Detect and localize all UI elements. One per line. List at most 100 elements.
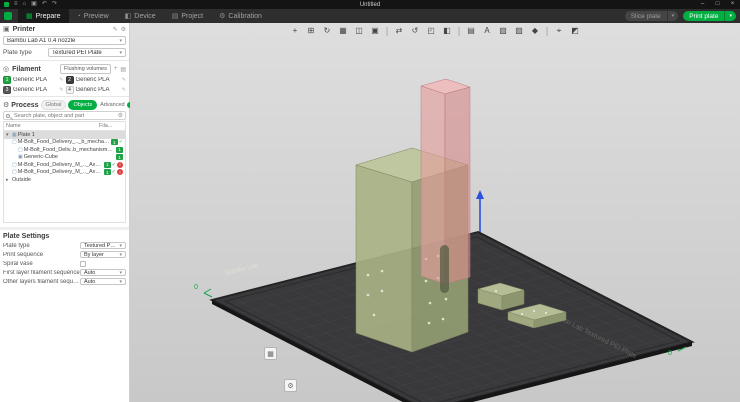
edit-filament-icon[interactable]: ✎ <box>122 87 126 93</box>
split-to-parts-icon[interactable]: ▣ <box>369 25 382 37</box>
plate-brand-text: Bambu Lab <box>225 262 259 277</box>
spiral-vase-checkbox[interactable] <box>80 261 86 267</box>
plate-arrange-button[interactable]: ▦ <box>264 347 277 360</box>
axis-origin-label: 0 <box>194 284 198 291</box>
add-plate-icon[interactable]: ⊞ <box>305 25 318 37</box>
process-title: Process <box>11 102 38 109</box>
ps-print-sequence-value: By layer <box>84 252 117 258</box>
process-objects-toggle[interactable]: Objects <box>68 100 97 110</box>
tab-prepare[interactable]: ▦ Prepare <box>18 9 69 23</box>
assembly-view-icon[interactable]: ◩ <box>569 25 582 37</box>
filament-2[interactable]: 2 Generic PLA ✎ <box>66 75 127 84</box>
printer-title: Printer <box>13 26 36 33</box>
plate-type-select[interactable]: Textured PEI Plate ▾ <box>48 48 126 57</box>
tree-row-object-1[interactable]: ▢ M-Bolt_Food_Delivery_.._b_mechanism_lo… <box>4 139 125 147</box>
slice-plate-button[interactable]: Slice plate ▾ <box>625 11 679 21</box>
tab-calibration[interactable]: ⚙ Calibration <box>211 9 270 23</box>
scale-icon[interactable]: ◰ <box>425 25 438 37</box>
tab-project[interactable]: ▤ Project <box>164 9 211 23</box>
color-paint-icon[interactable]: ▧ <box>497 25 510 37</box>
filament-1-swatch: 1 <box>3 76 11 84</box>
edit-filament-icon[interactable]: ✎ <box>59 77 63 83</box>
tree-row-outside[interactable]: ▸ Outside <box>4 176 125 184</box>
print-plate-button[interactable]: Print plate ▾ <box>683 11 736 21</box>
mirror-icon[interactable]: ◧ <box>441 25 454 37</box>
plate-arrange-icon: ▦ <box>267 350 274 358</box>
filament-list-icon[interactable]: ▤ <box>120 66 126 73</box>
plate-settings-panel: Plate Settings Plate type Textured PEI..… <box>0 227 129 287</box>
model-slot <box>440 245 449 293</box>
ps-first-layer-seq-label: First layer filament sequence <box>3 270 80 276</box>
process-global-toggle[interactable]: Global <box>41 100 67 110</box>
plate-settings-button[interactable]: ⚙ <box>284 379 297 392</box>
filament-3[interactable]: 3 Generic PLA ✎ <box>3 85 64 94</box>
advanced-label: Advanced <box>100 102 124 108</box>
support-paint-icon[interactable]: ▨ <box>513 25 526 37</box>
layer-height-icon[interactable]: ▤ <box>465 25 478 37</box>
toolbar-separator <box>459 27 460 36</box>
chevron-down-icon: ▾ <box>119 243 122 249</box>
object-icon: ▢ <box>12 169 17 175</box>
close-button[interactable]: × <box>725 0 740 9</box>
redo-icon[interactable]: ↷ <box>52 0 57 9</box>
object-icon: ▢ <box>12 162 17 168</box>
save-icon[interactable]: ▣ <box>31 0 37 9</box>
ps-other-layers-seq-select[interactable]: Auto ▾ <box>80 278 126 285</box>
print-dropdown-icon[interactable]: ▾ <box>724 11 736 21</box>
edit-filament-icon[interactable]: ✎ <box>122 77 126 83</box>
maximize-button[interactable]: □ <box>710 0 725 9</box>
ps-plate-type-value: Textured PEI... <box>84 243 117 249</box>
tree-row-part-1[interactable]: ▢ M-Bolt_Food_Deliv..b_mechanism_lower.s… <box>4 146 125 154</box>
split-to-objects-icon[interactable]: ◫ <box>353 25 366 37</box>
chevron-down-icon: ▾ <box>119 38 122 44</box>
move-icon[interactable]: ⇄ <box>393 25 406 37</box>
auto-orient-icon[interactable]: ↻ <box>321 25 334 37</box>
flushing-volumes-button[interactable]: Flushing volumes <box>60 64 111 74</box>
plate-type-value: Textured PEI Plate <box>52 50 117 56</box>
filament-1[interactable]: 1 Generic PLA ✎ <box>3 75 64 84</box>
process-icon: ⚙ <box>3 101 9 109</box>
seam-paint-icon[interactable]: ◆ <box>529 25 542 37</box>
filter-icon[interactable]: ⚙ <box>118 112 123 119</box>
slice-dropdown-icon[interactable]: ▾ <box>667 11 679 21</box>
filament-4[interactable]: 4 Generic PLA ✎ <box>66 85 127 94</box>
edit-preset-icon[interactable]: ✎ <box>113 26 118 33</box>
tree-row-generic-cube[interactable]: ▣ Generic-Cube 1 <box>4 154 125 162</box>
device-icon: ◧ <box>125 12 132 20</box>
left-sidebar: ▣ Printer ✎ ⚙ Bambu Lab A1 0.4 nozzle ▾ … <box>0 23 130 402</box>
add-filament-icon[interactable]: + <box>114 66 118 72</box>
object-tree: Name Fila... ▾ ▦ Plate 1 ▢ M-Bolt_Food_D… <box>3 121 126 223</box>
arrange-icon[interactable]: ▦ <box>337 25 350 37</box>
filament-3-name: Generic PLA <box>13 87 57 93</box>
ps-print-sequence-select[interactable]: By layer ▾ <box>80 251 126 258</box>
filament-section-header: ◎ Filament Flushing volumes + ▤ <box>0 63 129 75</box>
printer-preset-select[interactable]: Bambu Lab A1 0.4 nozzle ▾ <box>3 36 126 45</box>
filament-1-name: Generic PLA <box>13 77 57 83</box>
search-icon <box>6 114 10 118</box>
filament-icon: ◎ <box>3 65 9 73</box>
tab-device[interactable]: ◧ Device <box>117 9 164 23</box>
printer-settings-icon[interactable]: ⚙ <box>121 26 126 33</box>
add-text-icon[interactable]: A <box>481 25 494 37</box>
rotate-icon[interactable]: ↺ <box>409 25 422 37</box>
add-icon[interactable]: + <box>289 25 302 37</box>
ps-other-layers-seq-label: Other layers filament sequence <box>3 279 80 285</box>
menu-icon[interactable]: ≡ <box>14 0 18 9</box>
tree-row-plate-1[interactable]: ▾ ▦ Plate 1 <box>4 131 125 139</box>
home-icon[interactable]: ⌂ <box>23 0 27 9</box>
tree-row-connector-r[interactable]: ▢ M-Bolt_Food_Delivery_M_.._Axe_Connecto… <box>4 169 125 177</box>
ps-first-layer-seq-select[interactable]: Auto ▾ <box>80 269 126 276</box>
ps-plate-type-select[interactable]: Textured PEI... ▾ <box>80 242 126 249</box>
minimize-button[interactable]: – <box>695 0 710 9</box>
filament-3-swatch: 3 <box>3 86 11 94</box>
measure-icon[interactable]: ⌖ <box>553 25 566 37</box>
filament-list: 1 Generic PLA ✎ 2 Generic PLA ✎ 3 Generi… <box>0 75 129 94</box>
tree-row-connector-l[interactable]: ▢ M-Bolt_Food_Delivery_M_.._Axe_Connecto… <box>4 161 125 169</box>
search-input[interactable] <box>12 112 116 120</box>
undo-icon[interactable]: ↶ <box>42 0 47 9</box>
filament-badge: 1 <box>116 147 123 153</box>
viewport-3d[interactable]: + ⊞ ↻ ▦ ◫ ▣ ⇄ ↺ ◰ ◧ ▤ A ▧ ▨ ◆ ⌖ ◩ <box>130 23 740 402</box>
object-search: ⚙ <box>3 111 126 120</box>
tab-preview[interactable]: ◔ Preview <box>69 9 117 23</box>
edit-filament-icon[interactable]: ✎ <box>59 87 63 93</box>
